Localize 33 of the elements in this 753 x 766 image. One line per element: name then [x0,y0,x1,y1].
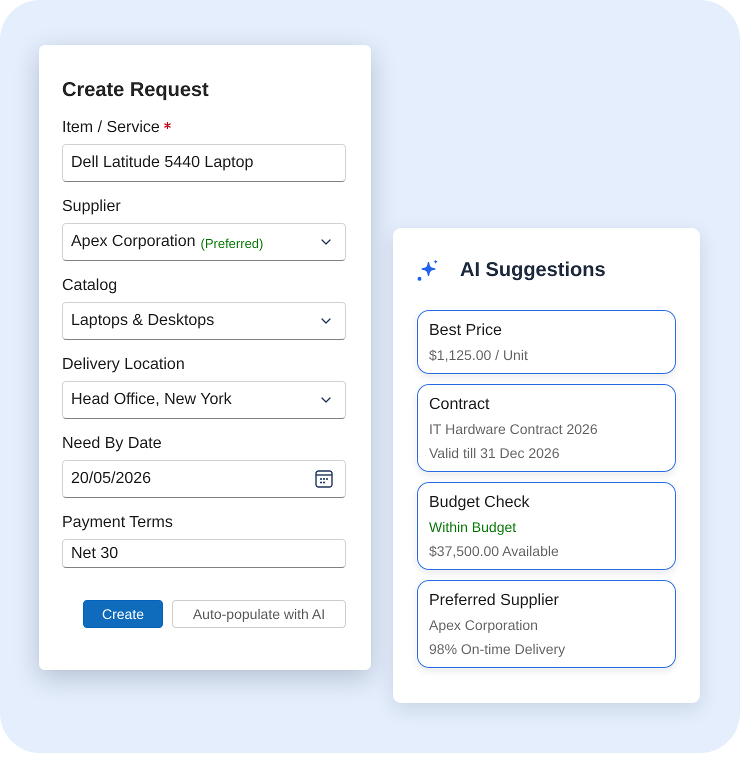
select-field[interactable]: Laptops & Desktops [62,302,346,340]
detail-text: $1,125.00 / Unit [429,346,529,365]
create-button[interactable]: Create [83,600,163,628]
field-label: Need By Date [62,434,162,454]
text-field[interactable]: Net 30 [62,539,346,568]
auto-populate-button[interactable]: Auto-populate with AI [172,600,346,628]
detail-text: 98% On-time Delivery [429,640,566,659]
detail-text: Valid till 31 Dec 2026 [429,444,560,463]
field-label: Delivery Location [62,355,185,375]
card-title: Best Price [429,321,503,341]
field-label: Payment Terms [62,513,173,533]
card-title: Preferred Supplier [429,591,560,611]
field-label: Catalog [62,276,118,296]
text-field[interactable]: Dell Latitude 5440 Laptop [62,144,346,182]
chevron-down-icon [321,397,331,403]
note-text: (Preferred) [200,236,264,250]
chevron-down-icon [321,318,331,324]
sparkle-icon [417,258,440,282]
select-field[interactable]: Head Office, New York [62,381,346,419]
date-field[interactable]: 20/05/2026 [62,460,346,498]
detail-text: IT Hardware Contract 2026 [429,420,599,439]
calendar-icon[interactable] [315,470,333,488]
detail-text: Apex Corporation [429,616,539,635]
card-title: Budget Check [429,493,531,513]
select-field[interactable]: Apex Corporation (Preferred) [62,223,346,261]
detail-text: $37,500.00 Available [429,542,560,561]
field-label: Item / Service [62,118,160,138]
panel-title: AI Suggestions [460,258,606,282]
card-title: Contract [429,395,490,415]
form-title: Create Request [62,78,210,102]
status-text: Within Budget [429,518,518,537]
field-label: Supplier [62,197,121,217]
chevron-down-icon [321,239,331,245]
